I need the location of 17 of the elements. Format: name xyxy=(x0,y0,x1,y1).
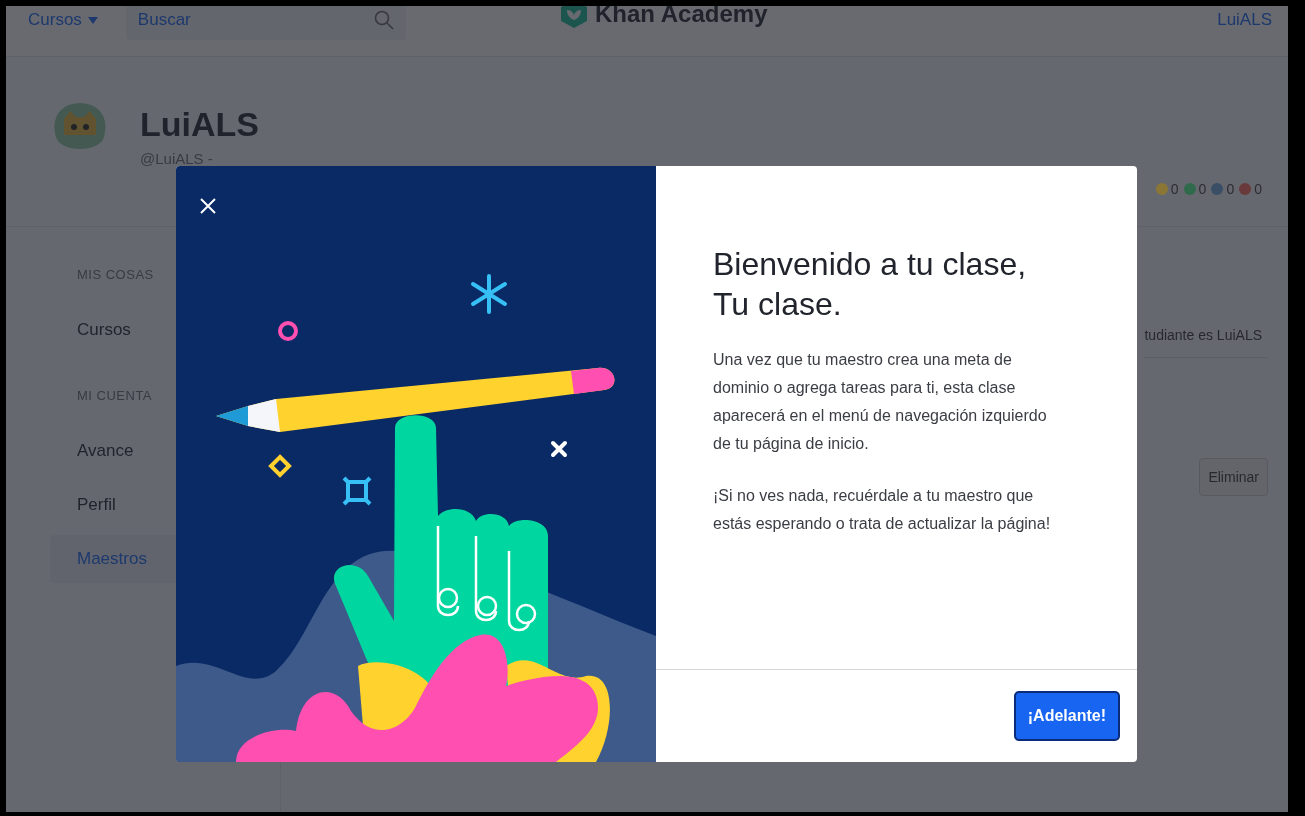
courses-menu[interactable]: Cursos xyxy=(28,10,98,30)
dialog-paragraph: ¡Si no ves nada, recuérdale a tu maestro que estás esperando o trata de actualizar la página! xyxy=(713,486,1052,534)
search-icon xyxy=(373,10,394,30)
badge-count: 0 xyxy=(1254,181,1262,197)
continue-button[interactable]: ¡Adelante! xyxy=(1013,691,1120,741)
caret-icon xyxy=(87,16,98,24)
student-text: tudiante es LuiALS xyxy=(1144,321,1268,358)
user-link[interactable]: LuiALS xyxy=(1217,10,1272,30)
dialog-paragraph: Una vez que tu maestro crea una meta de dominio o agrega tareas para ti, esta clase aparecerá en el menú de navegación izquierdo de tu página de inicio. xyxy=(713,350,1048,454)
dialog-title: Bienvenido a tu clase, Tu clase. xyxy=(713,245,1028,324)
badge-count: 0 xyxy=(1226,181,1235,197)
remove-button[interactable]: Eliminar xyxy=(1199,458,1268,496)
search-field[interactable]: Buscar xyxy=(125,6,406,40)
profile-name: LuiALS xyxy=(140,105,259,144)
close-icon xyxy=(198,196,218,216)
badge-count: 0 xyxy=(1170,181,1179,197)
badge-count: 0 xyxy=(1198,181,1207,197)
